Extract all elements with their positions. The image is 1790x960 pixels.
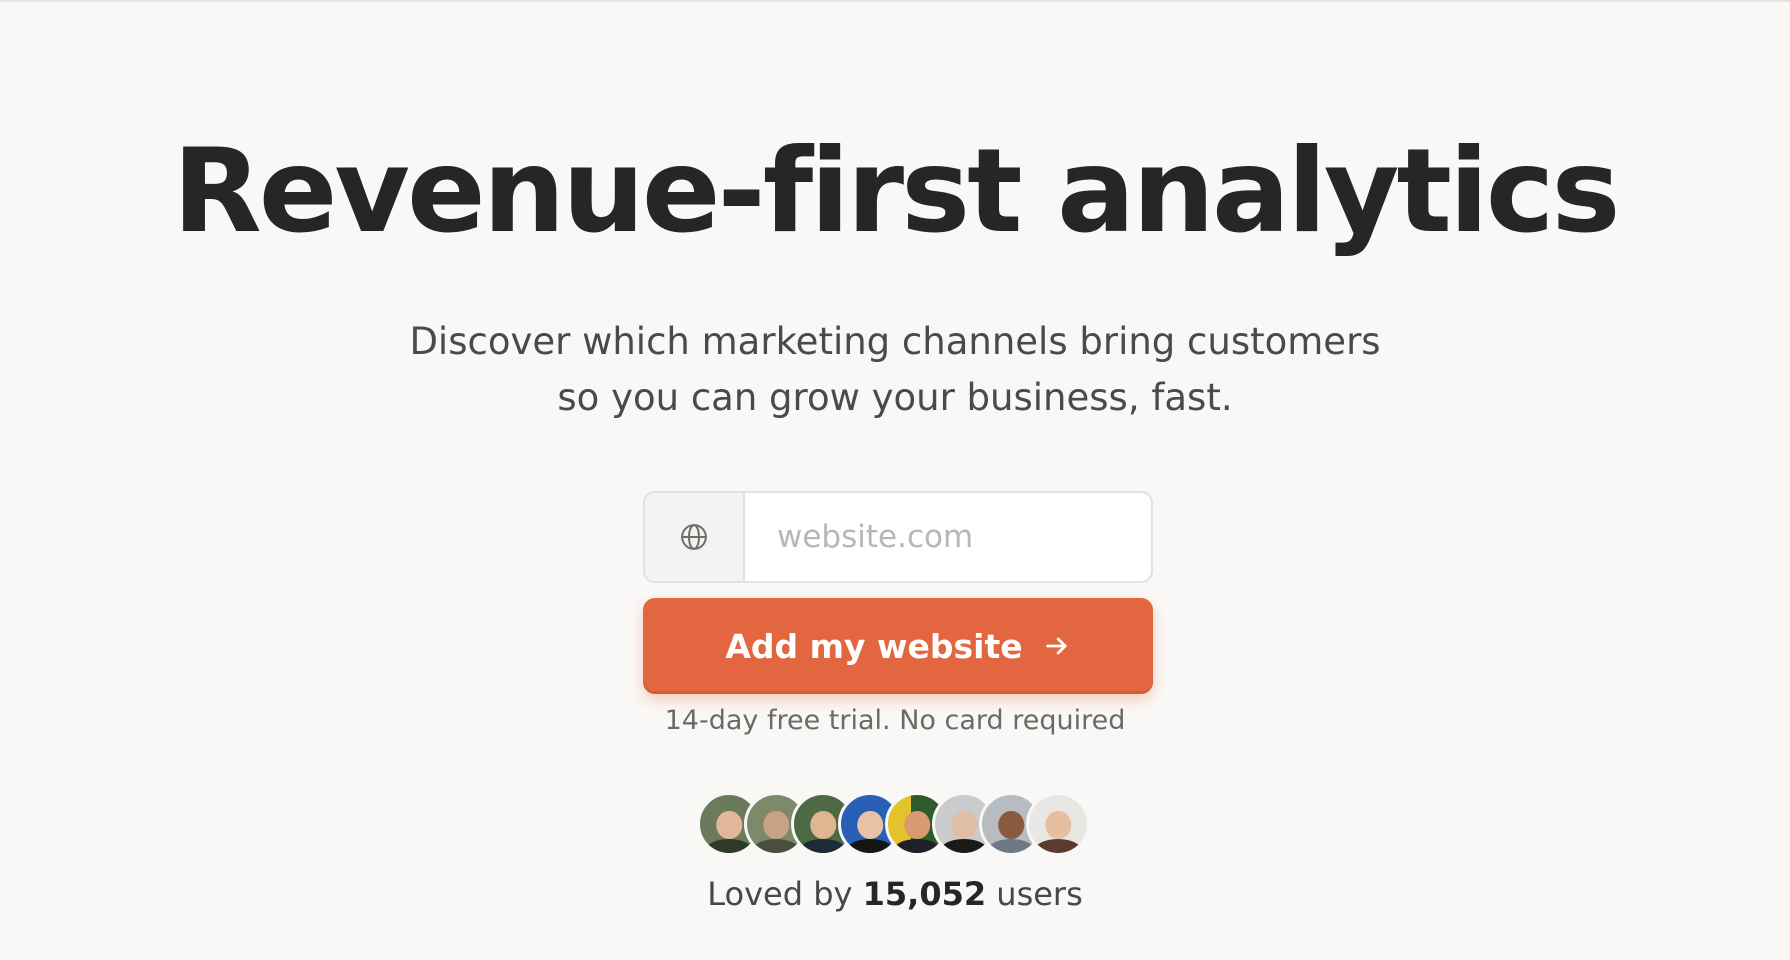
social-proof-text: Loved by 15,052 users	[0, 872, 1790, 916]
website-input-group[interactable]	[643, 491, 1153, 583]
subheadline-line-1: Discover which marketing channels bring …	[409, 320, 1381, 363]
add-website-button-label: Add my website	[725, 626, 1023, 666]
globe-icon	[681, 524, 707, 550]
hero-subheadline: Discover which marketing channels bring …	[0, 314, 1790, 426]
add-website-button[interactable]: Add my website	[643, 598, 1153, 694]
trial-note: 14-day free trial. No card required	[664, 705, 1126, 736]
user-avatars	[697, 792, 1090, 858]
website-input[interactable]	[745, 493, 1151, 581]
social-proof-suffix: users	[996, 875, 1083, 913]
subheadline-line-2: so you can grow your business, fast.	[557, 376, 1233, 419]
user-count: 15,052	[862, 875, 987, 913]
website-input-prefix	[645, 493, 745, 581]
avatar	[1026, 792, 1090, 856]
page-title: Revenue-first analytics	[172, 124, 1620, 259]
arrow-right-icon	[1043, 632, 1071, 660]
social-proof-prefix: Loved by	[707, 875, 853, 913]
hero-section: Revenue-first analytics Discover which m…	[0, 0, 1790, 960]
